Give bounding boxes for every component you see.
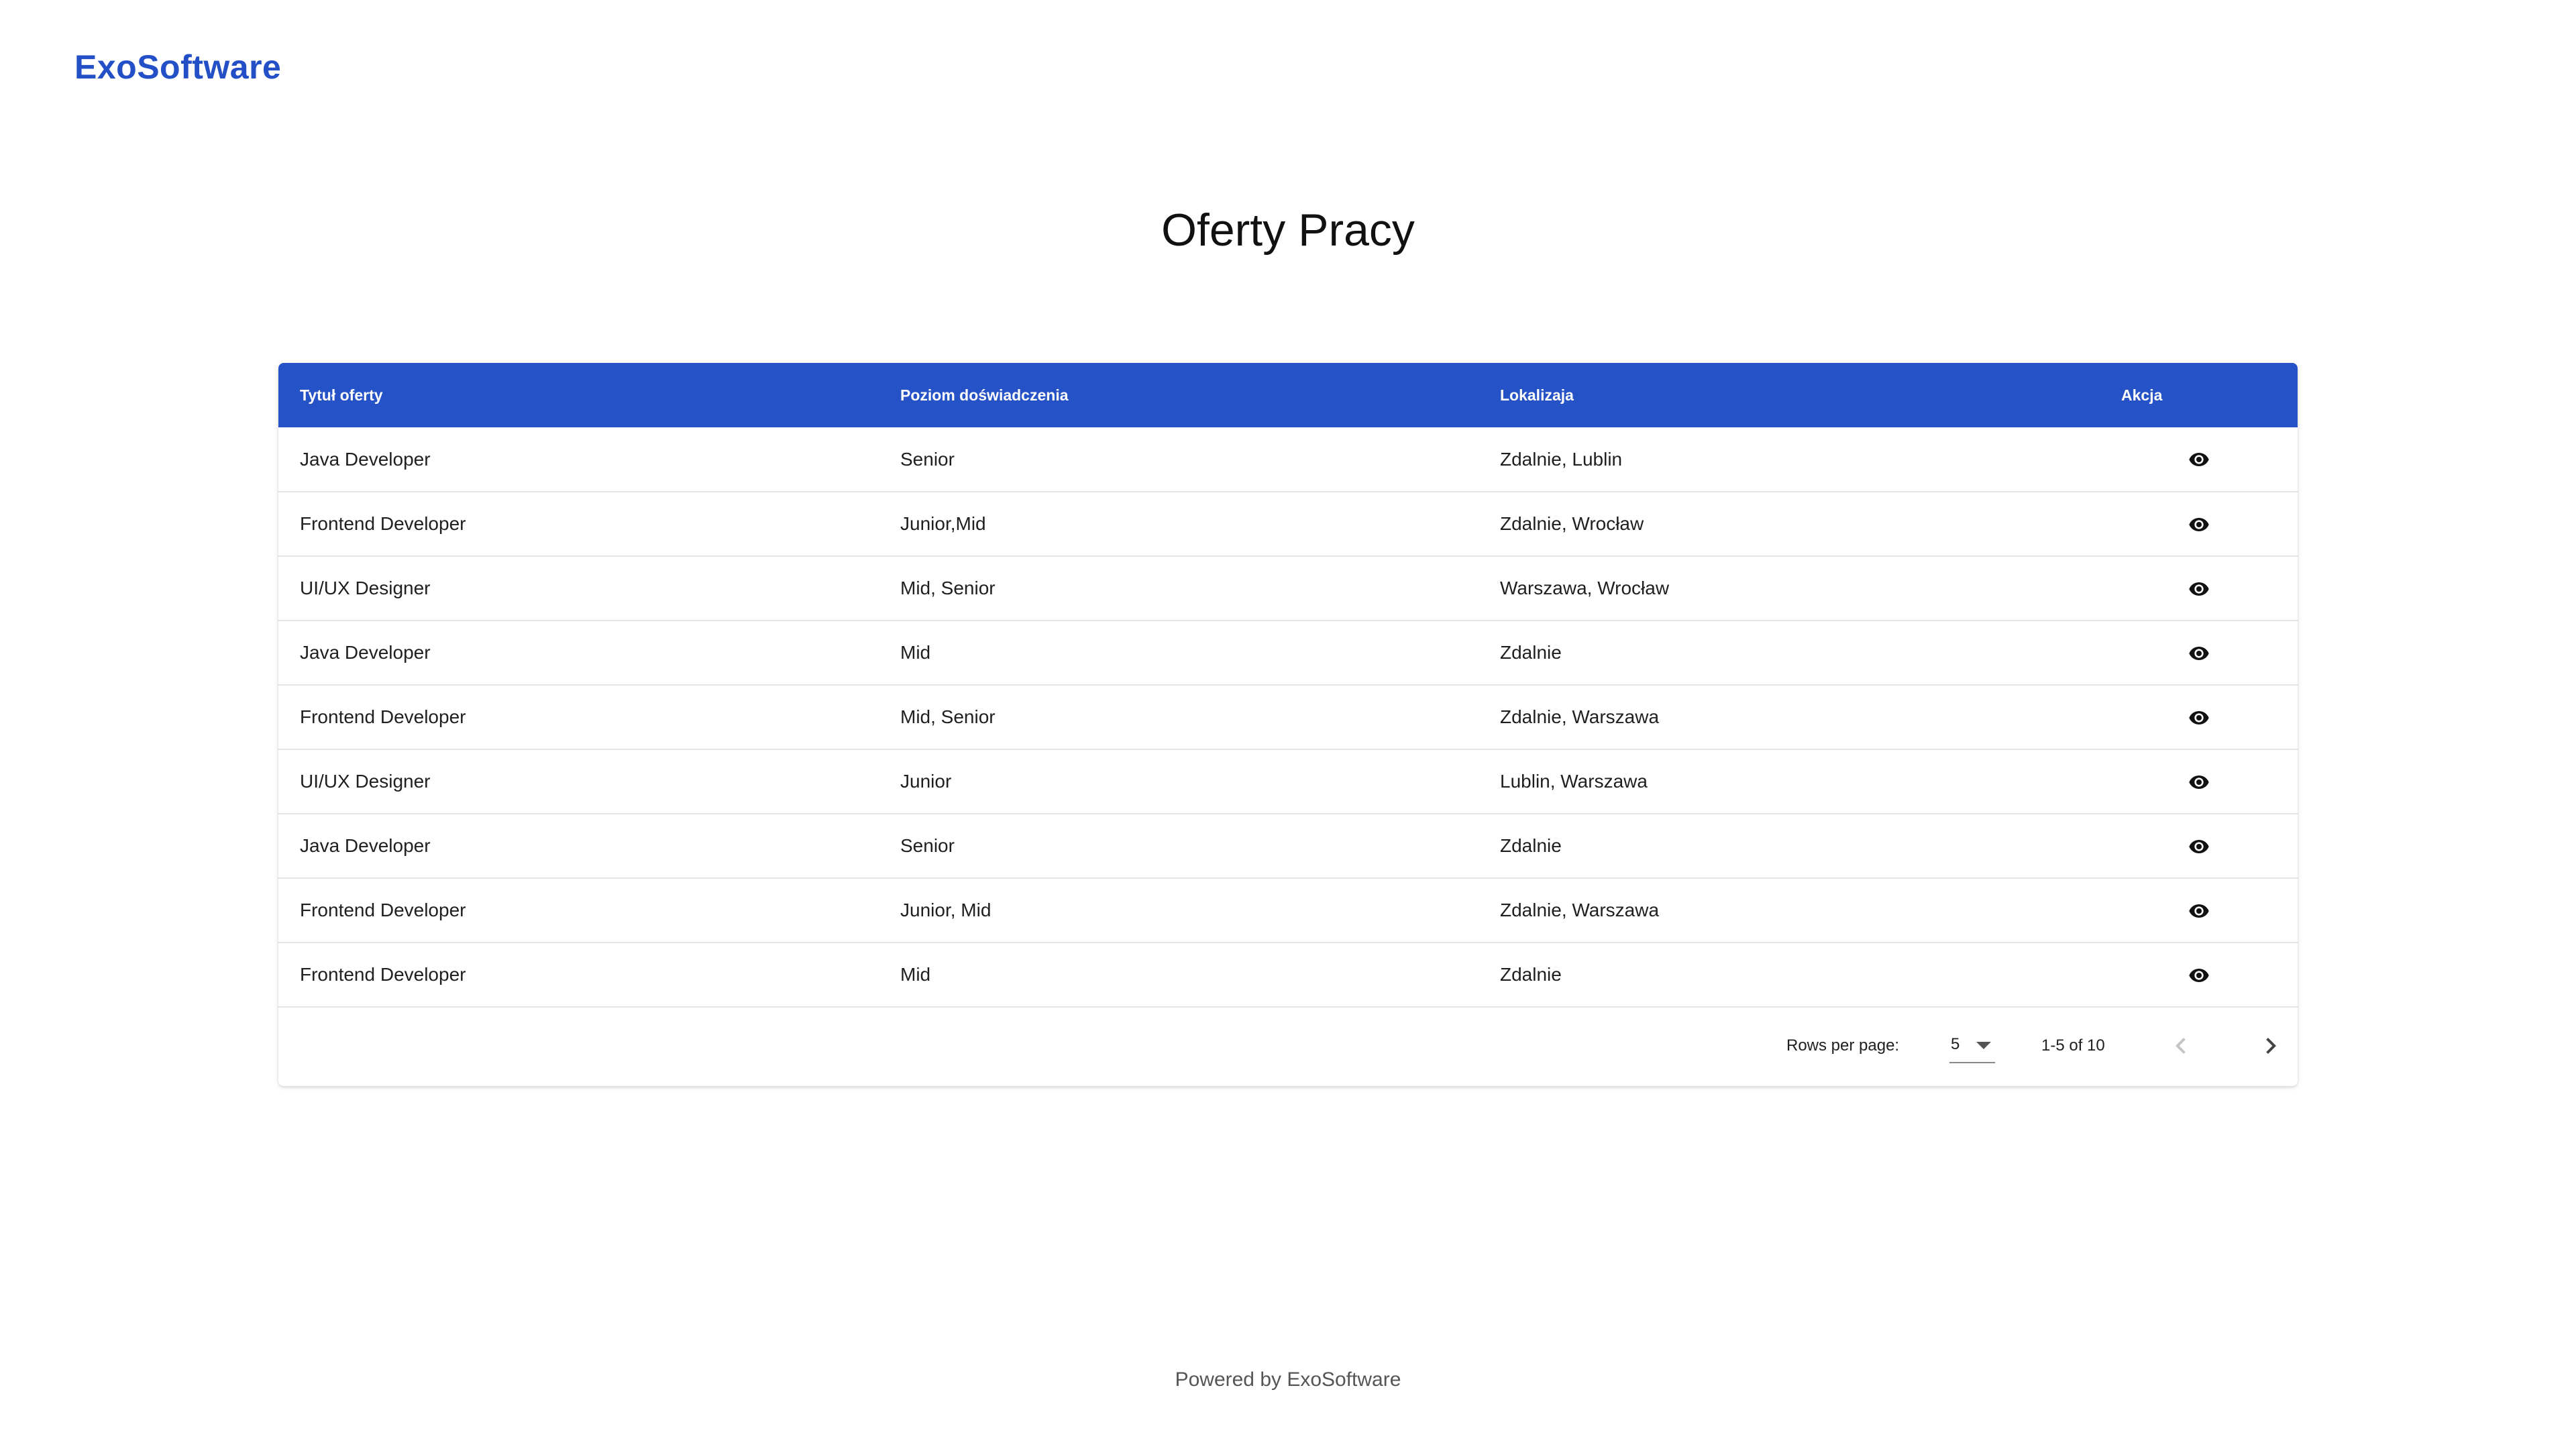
cell-action — [2100, 427, 2298, 492]
cell-title: UI/UX Designer — [300, 771, 431, 792]
cell-location: Zdalnie, Warszawa — [1500, 900, 1660, 920]
column-header-level: Poziom doświadczenia — [900, 386, 1069, 404]
cell-action — [2100, 685, 2298, 749]
eye-icon — [2188, 646, 2209, 660]
table-row: Frontend Developer Mid Zdalnie — [278, 943, 2298, 1007]
eye-icon — [2188, 710, 2209, 724]
view-offer-button[interactable] — [2188, 771, 2210, 793]
caret-down-icon — [1976, 1042, 1991, 1049]
cell-title: Java Developer — [300, 448, 431, 470]
column-header-title: Tytuł oferty — [300, 386, 383, 404]
chevron-right-icon — [2266, 1038, 2276, 1054]
table-row: Java Developer Mid Zdalnie — [278, 621, 2298, 685]
eye-icon — [2188, 453, 2209, 467]
page-title: Oferty Pracy — [1161, 205, 1415, 256]
view-offer-button[interactable] — [2188, 836, 2210, 857]
previous-page-button[interactable] — [2165, 1030, 2197, 1062]
cell-location: Zdalnie — [1500, 642, 1562, 663]
cell-title: Frontend Developer — [300, 964, 466, 985]
cell-level: Mid — [900, 964, 931, 985]
cell-level: Junior,Mid — [900, 513, 986, 534]
table-row: Frontend Developer Mid, Senior Zdalnie, Wa… — [278, 685, 2298, 749]
column-header-action: Akcja — [2121, 386, 2163, 404]
cell-action — [2100, 492, 2298, 556]
view-offer-button[interactable] — [2188, 449, 2210, 470]
job-offers-table: Tytuł oferty Poziom doświadczenia Lokali… — [278, 363, 2298, 1008]
eye-icon — [2188, 968, 2209, 982]
cell-action — [2100, 878, 2298, 943]
cell-action — [2100, 749, 2298, 814]
cell-level: Junior, Mid — [900, 900, 991, 920]
view-offer-button[interactable] — [2188, 707, 2210, 729]
cell-level: Senior — [900, 835, 955, 856]
rows-per-page-value: 5 — [1951, 1035, 1960, 1053]
cell-title: Frontend Developer — [300, 706, 466, 727]
cell-action — [2100, 943, 2298, 1007]
table-row: UI/UX Designer Mid, Senior Warszawa, Wrocł… — [278, 556, 2298, 621]
cell-title: Frontend Developer — [300, 513, 466, 534]
eye-icon — [2188, 904, 2209, 918]
eye-icon — [2188, 582, 2209, 596]
cell-action — [2100, 621, 2298, 685]
table-body: Java Developer Senior Zdalnie, Lublin Front… — [278, 427, 2298, 1007]
cell-level: Mid — [900, 642, 931, 663]
cell-title: Java Developer — [300, 835, 431, 856]
next-page-button[interactable] — [2255, 1030, 2287, 1062]
table-header: Tytuł oferty Poziom doświadczenia Lokali… — [278, 363, 2298, 427]
table-header-row: Tytuł oferty Poziom doświadczenia Lokali… — [278, 363, 2298, 427]
view-offer-button[interactable] — [2188, 900, 2210, 922]
cell-location: Zdalnie — [1500, 964, 1562, 985]
cell-action — [2100, 814, 2298, 878]
cell-location: Zdalnie, Warszawa — [1500, 706, 1660, 727]
rows-per-page-label: Rows per page: — [1786, 1036, 1900, 1055]
eye-icon — [2188, 517, 2209, 531]
view-offer-button[interactable] — [2188, 514, 2210, 535]
cell-level: Mid, Senior — [900, 706, 996, 727]
cell-level: Senior — [900, 448, 955, 470]
cell-title: Frontend Developer — [300, 900, 466, 920]
cell-action — [2100, 556, 2298, 621]
table-row: Java Developer Senior Zdalnie — [278, 814, 2298, 878]
cell-location: Zdalnie — [1500, 835, 1562, 856]
cell-location: Lublin, Warszawa — [1500, 771, 1648, 792]
table-row: Frontend Developer Junior, Mid Zdalnie, Wa… — [278, 878, 2298, 943]
eye-icon — [2188, 839, 2209, 853]
view-offer-button[interactable] — [2188, 578, 2210, 600]
table-row: Java Developer Senior Zdalnie, Lublin — [278, 427, 2298, 492]
page: ExoSoftware Oferty Pracy Tytuł oferty Po… — [0, 0, 2576, 1449]
cell-level: Junior — [900, 771, 952, 792]
cell-title: UI/UX Designer — [300, 578, 431, 598]
column-header-location: Lokalizaja — [1500, 386, 1574, 404]
rows-per-page-select[interactable]: 5 — [1949, 1028, 1995, 1063]
chevron-left-icon — [2176, 1038, 2186, 1054]
brand-logo[interactable]: ExoSoftware — [74, 44, 281, 90]
cell-level: Mid, Senior — [900, 578, 996, 598]
view-offer-button[interactable] — [2188, 965, 2210, 986]
job-offers-table-card: Tytuł oferty Poziom doświadczenia Lokali… — [278, 363, 2298, 1086]
cell-location: Zdalnie, Wrocław — [1500, 513, 1644, 534]
view-offer-button[interactable] — [2188, 643, 2210, 664]
footer-powered-by: Powered by ExoSoftware — [1175, 1368, 1401, 1391]
cell-location: Warszawa, Wrocław — [1500, 578, 1670, 598]
pagination-bar: Rows per page: 5 1-5 of 10 — [278, 1007, 2298, 1086]
table-row: Frontend Developer Junior,Mid Zdalnie, Wro… — [278, 492, 2298, 556]
table-row: UI/UX Designer Junior Lublin, Warszawa — [278, 749, 2298, 814]
cell-location: Zdalnie, Lublin — [1500, 448, 1623, 470]
pagination-range: 1-5 of 10 — [2041, 1036, 2105, 1055]
eye-icon — [2188, 775, 2209, 789]
cell-title: Java Developer — [300, 642, 431, 663]
